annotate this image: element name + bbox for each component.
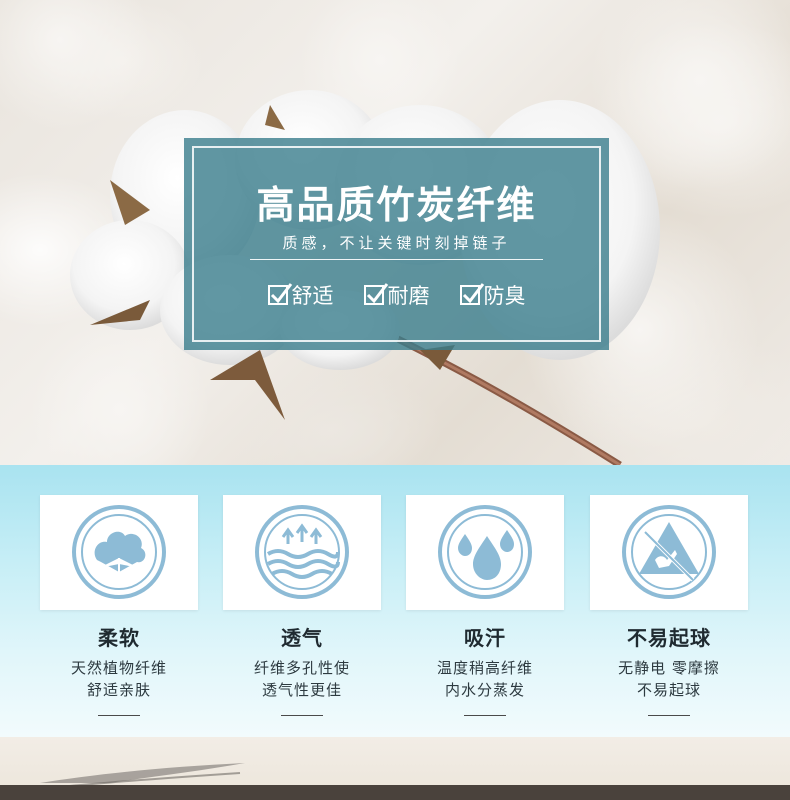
water-drops-icon <box>438 505 532 599</box>
feature-card-breathable: 透气 纤维多孔性使 透气性更佳 <box>223 495 381 716</box>
anti-static-icon <box>622 505 716 599</box>
feature-title: 透气 <box>281 626 323 650</box>
feature-banner: 高品质竹炭纤维 质感，不让关键时刻掉链子 舒适 耐磨 防臭 <box>184 138 609 350</box>
feature-desc-line: 透气性更佳 <box>261 681 342 699</box>
feature-title: 柔软 <box>98 626 140 650</box>
feature-icon-box <box>406 495 564 610</box>
feature-description: 纤维多孔性使 透气性更佳 <box>223 657 381 701</box>
banner-check-list: 舒适 耐磨 防臭 <box>184 280 609 310</box>
feature-title: 吸汗 <box>464 626 506 650</box>
banner-subtitle: 质感，不让关键时刻掉链子 <box>250 232 543 260</box>
feature-desc-line: 无静电 零摩擦 <box>618 659 720 677</box>
checkmark-icon <box>459 283 484 305</box>
feature-desc-line: 内水分蒸发 <box>444 681 525 699</box>
feature-icon-box <box>590 495 748 610</box>
checkmark-icon <box>363 283 388 305</box>
feature-desc-line: 温度稍高纤维 <box>436 659 533 677</box>
bottom-dark-band <box>0 785 790 800</box>
check-label: 耐磨 <box>387 284 430 308</box>
check-label: 舒适 <box>291 284 334 308</box>
feature-desc-line: 天然植物纤维 <box>70 659 167 677</box>
feature-icon-box <box>40 495 198 610</box>
checkmark-icon <box>267 283 292 305</box>
divider <box>281 715 323 716</box>
divider <box>98 715 140 716</box>
feature-card-anti-pilling: 不易起球 无静电 零摩擦 不易起球 <box>590 495 748 716</box>
check-label: 防臭 <box>483 284 526 308</box>
feature-description: 天然植物纤维 舒适亲肤 <box>40 657 198 701</box>
divider <box>464 715 506 716</box>
bottom-decoration <box>0 737 790 800</box>
feature-icon-box <box>223 495 381 610</box>
feature-title: 不易起球 <box>627 626 711 650</box>
feature-description: 温度稍高纤维 内水分蒸发 <box>406 657 564 701</box>
banner-title: 高品质竹炭纤维 <box>256 183 537 227</box>
feature-card-absorb: 吸汗 温度稍高纤维 内水分蒸发 <box>406 495 564 716</box>
hero-photo: 高品质竹炭纤维 质感，不让关键时刻掉链子 舒适 耐磨 防臭 <box>0 0 790 465</box>
feature-desc-line: 舒适亲肤 <box>86 681 151 699</box>
check-item-durable: 耐磨 <box>363 280 430 310</box>
features-section: 柔软 天然植物纤维 舒适亲肤 透气 纤维多孔性使 透气性更佳 吸汗 温度稍高纤维… <box>0 465 790 737</box>
feature-description: 无静电 零摩擦 不易起球 <box>590 657 748 701</box>
check-item-anti-odor: 防臭 <box>459 280 526 310</box>
feature-card-soft: 柔软 天然植物纤维 舒适亲肤 <box>40 495 198 716</box>
feature-desc-line: 纤维多孔性使 <box>253 659 350 677</box>
check-item-comfort: 舒适 <box>267 280 334 310</box>
breathable-arrows-icon <box>255 505 349 599</box>
feature-desc-line: 不易起球 <box>636 681 701 699</box>
divider <box>648 715 690 716</box>
cotton-icon <box>72 505 166 599</box>
